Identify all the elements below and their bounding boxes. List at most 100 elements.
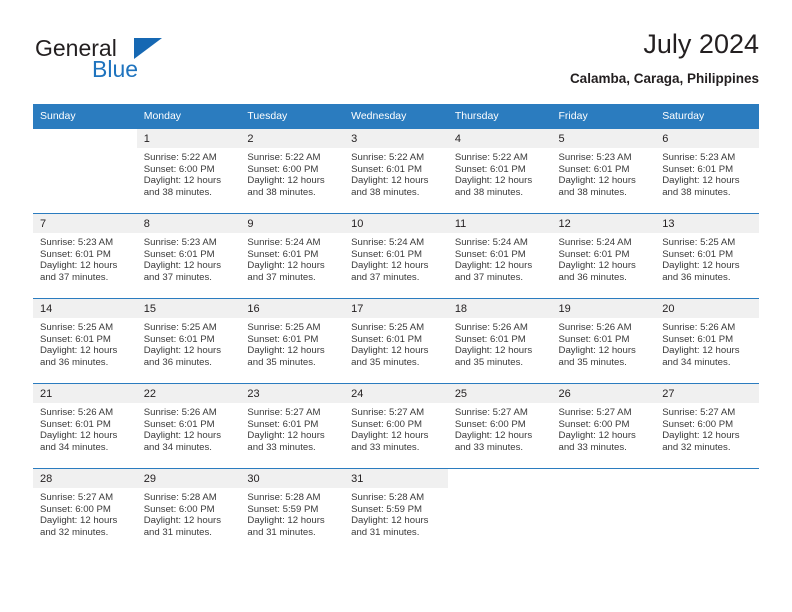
sunrise-text: Sunrise: 5:26 AM [143,407,217,418]
calendar-day-cell[interactable]: 23 Sunrise: 5:27 AM Sunset: 6:01 PM Dayligh… [240,383,345,469]
day-number: 6 [662,133,669,145]
sunset-text: Sunset: 6:00 PM [143,503,215,515]
day-details: Sunrise: 5:27 AM Sunset: 6:00 PM Daylight:… [344,403,448,454]
sunset-text: Sunset: 6:01 PM [454,248,526,260]
calendar-day-cell[interactable]: 2 Sunrise: 5:22 AM Sunset: 6:00 PM Daylight… [240,128,345,214]
calendar-day-cell[interactable]: 15 Sunrise: 5:25 AM Sunset: 6:01 PM Dayligh… [136,298,241,384]
daylight-text-cont: and 34 minutes. [40,442,109,454]
calendar-day-cell[interactable]: 18 Sunrise: 5:26 AM Sunset: 6:01 PM Dayligh… [447,298,552,384]
day-number: 25 [454,388,468,400]
daylight-text-cont: and 33 minutes. [454,442,524,454]
sunrise-text: Sunrise: 5:25 AM [662,237,736,248]
sunrise-sunset-calendar: Sunday Monday Tuesday Wednesday Thursday… [33,104,759,553]
calendar-day-cell[interactable]: 1 Sunrise: 5:22 AM Sunset: 6:00 PM Daylight… [136,128,241,214]
daylight-text-cont: and 35 minutes. [558,357,627,369]
day-number: 10 [351,218,364,230]
calendar-day-cell[interactable]: 5 Sunrise: 5:23 AM Sunset: 6:01 PM Daylight… [551,128,656,214]
calendar-day-cell[interactable]: 26 Sunrise: 5:27 AM Sunset: 6:00 PM Dayligh… [551,383,656,469]
calendar-day-cell[interactable]: 21 Sunrise: 5:26 AM Sunset: 6:01 PM Dayligh… [33,383,137,469]
sunrise-text: Sunrise: 5:28 AM [351,492,425,503]
day-cell-inner: 27 Sunrise: 5:27 AM Sunset: 6:00 PM Dayligh… [655,384,759,468]
day-number-band: 15 [136,299,241,318]
calendar-day-cell[interactable]: 16 Sunrise: 5:25 AM Sunset: 6:01 PM Dayligh… [240,298,345,384]
day-cell-inner: 15 Sunrise: 5:25 AM Sunset: 6:01 PM Dayligh… [136,299,241,383]
sunrise-text: Sunrise: 5:27 AM [454,407,528,418]
calendar-day-cell[interactable]: 12 Sunrise: 5:24 AM Sunset: 6:01 PM Dayligh… [551,213,656,299]
calendar-day-cell[interactable]: 9 Sunrise: 5:24 AM Sunset: 6:01 PM Daylight… [240,213,345,299]
daylight-text-cont: and 36 minutes. [143,357,212,369]
calendar-day-cell[interactable]: 20 Sunrise: 5:26 AM Sunset: 6:01 PM Dayligh… [655,298,759,384]
calendar-day-cell[interactable]: 11 Sunrise: 5:24 AM Sunset: 6:01 PM Dayligh… [447,213,552,299]
daylight-text-cont: and 35 minutes. [454,357,524,369]
calendar-day-cell[interactable]: 6 Sunrise: 5:23 AM Sunset: 6:01 PM Daylight… [655,128,759,214]
day-number-band: 18 [447,299,552,318]
calendar-day-cell[interactable]: 3 Sunrise: 5:22 AM Sunset: 6:01 PM Daylight… [344,128,448,214]
daylight-text-cont: and 33 minutes. [558,442,627,454]
calendar-day-cell[interactable]: 7 Sunrise: 5:23 AM Sunset: 6:01 PM Daylight… [33,213,137,299]
daylight-text: Daylight: 12 hours [143,175,222,187]
day-number-band: 29 [136,469,241,488]
day-number-band: 11 [447,214,552,233]
calendar-day-cell[interactable]: 14 Sunrise: 5:25 AM Sunset: 6:01 PM Dayligh… [33,298,137,384]
calendar-page: General Blue July 2024 Calamba, Caraga, … [0,0,792,612]
sunrise-text: Sunrise: 5:24 AM [247,237,321,248]
daylight-text: Daylight: 12 hours [351,430,429,442]
day-number: 23 [247,388,260,400]
calendar-day-cell[interactable]: 29 Sunrise: 5:28 AM Sunset: 6:00 PM Dayligh… [136,468,241,553]
daylight-text-cont: and 32 minutes. [40,527,109,539]
daylight-text: Daylight: 12 hours [351,515,429,527]
daylight-text-cont: and 35 minutes. [247,357,316,369]
day-cell-inner [551,469,656,553]
sunrise-text: Sunrise: 5:25 AM [247,322,321,333]
calendar-day-cell[interactable]: 8 Sunrise: 5:23 AM Sunset: 6:01 PM Daylight… [136,213,241,299]
daylight-text: Daylight: 12 hours [247,175,325,187]
calendar-day-cell[interactable]: 10 Sunrise: 5:24 AM Sunset: 6:01 PM Dayligh… [344,213,448,299]
sunrise-text: Sunrise: 5:28 AM [247,492,321,503]
day-number: 28 [40,473,53,485]
daylight-text: Daylight: 12 hours [247,430,325,442]
day-number: 27 [662,388,675,400]
calendar-day-cell[interactable]: 24 Sunrise: 5:27 AM Sunset: 6:00 PM Dayligh… [344,383,448,469]
general-blue-logo[interactable]: General Blue [33,36,263,92]
calendar-day-cell[interactable]: 17 Sunrise: 5:25 AM Sunset: 6:01 PM Dayligh… [344,298,448,384]
daylight-text: Daylight: 12 hours [454,430,533,442]
calendar-day-cell[interactable]: 4 Sunrise: 5:22 AM Sunset: 6:01 PM Daylight… [447,128,552,214]
sunrise-text: Sunrise: 5:28 AM [143,492,217,503]
day-cell-inner: 8 Sunrise: 5:23 AM Sunset: 6:01 PM Daylight… [136,214,241,298]
sunset-text: Sunset: 6:01 PM [247,333,319,345]
daylight-text: Daylight: 12 hours [454,345,533,357]
calendar-week-row: 28 Sunrise: 5:27 AM Sunset: 6:00 PM Dayligh… [33,468,759,553]
day-cell-inner: 13 Sunrise: 5:25 AM Sunset: 6:01 PM Dayligh… [655,214,759,298]
calendar-day-cell[interactable]: 28 Sunrise: 5:27 AM Sunset: 6:00 PM Dayligh… [33,468,137,553]
calendar-day-cell[interactable]: 19 Sunrise: 5:26 AM Sunset: 6:01 PM Dayligh… [551,298,656,384]
calendar-day-cell[interactable]: 22 Sunrise: 5:26 AM Sunset: 6:01 PM Dayligh… [136,383,241,469]
day-number-band: 30 [240,469,345,488]
daylight-text: Daylight: 12 hours [40,430,118,442]
sunrise-text: Sunrise: 5:24 AM [351,237,425,248]
sunset-text: Sunset: 6:01 PM [143,248,215,260]
day-number-band: 26 [551,384,656,403]
weekday-header-monday: Monday [136,104,241,129]
daylight-text: Daylight: 12 hours [454,260,533,272]
daylight-text: Daylight: 12 hours [351,345,429,357]
calendar-day-cell[interactable]: 27 Sunrise: 5:27 AM Sunset: 6:00 PM Dayligh… [655,383,759,469]
calendar-day-cell[interactable]: 30 Sunrise: 5:28 AM Sunset: 5:59 PM Dayligh… [240,468,345,553]
day-number: 18 [454,303,468,315]
calendar-day-cell[interactable]: 13 Sunrise: 5:25 AM Sunset: 6:01 PM Dayligh… [655,213,759,299]
day-number: 12 [558,218,571,230]
day-details: Sunrise: 5:24 AM Sunset: 6:01 PM Daylight:… [344,233,448,284]
weekday-header-tuesday: Tuesday [240,104,345,129]
calendar-day-cell[interactable]: 31 Sunrise: 5:28 AM Sunset: 5:59 PM Dayligh… [344,468,448,553]
sunrise-text: Sunrise: 5:27 AM [40,492,114,503]
sunrise-text: Sunrise: 5:26 AM [662,322,736,333]
day-details: Sunrise: 5:22 AM Sunset: 6:01 PM Daylight:… [448,148,552,199]
day-number-band [447,469,552,488]
day-number: 1 [143,133,150,145]
calendar-day-cell[interactable]: 25 Sunrise: 5:27 AM Sunset: 6:00 PM Dayligh… [447,383,552,469]
day-cell-inner: 3 Sunrise: 5:22 AM Sunset: 6:01 PM Daylight… [344,129,448,213]
day-cell-inner: 22 Sunrise: 5:26 AM Sunset: 6:01 PM Dayligh… [136,384,241,468]
daylight-text: Daylight: 12 hours [40,345,118,357]
page-title: July 2024 [643,29,759,59]
daylight-text: Daylight: 12 hours [143,345,222,357]
day-number-band: 22 [136,384,241,403]
